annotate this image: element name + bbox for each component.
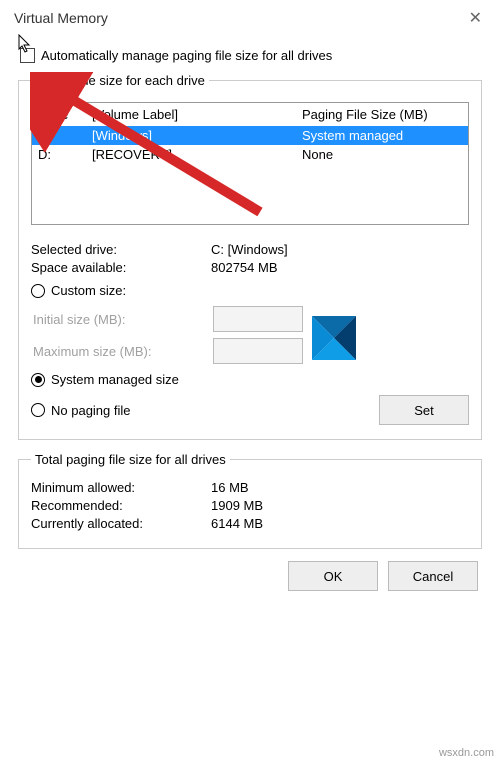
maximum-size-label: Maximum size (MB): xyxy=(33,344,213,359)
total-paging-group: Total paging file size for all drives Mi… xyxy=(18,452,482,549)
currently-allocated-label: Currently allocated: xyxy=(31,516,211,531)
group2-legend: Total paging file size for all drives xyxy=(31,452,230,467)
header-drive: Drive xyxy=(38,107,92,122)
currently-allocated-value: 6144 MB xyxy=(211,516,469,531)
row-label: [RECOVERY] xyxy=(92,147,302,162)
close-icon[interactable]: ✕ xyxy=(465,8,486,28)
custom-size-radio[interactable] xyxy=(31,284,45,298)
no-paging-radio[interactable] xyxy=(31,403,45,417)
recommended-label: Recommended: xyxy=(31,498,211,513)
space-available-label: Space available: xyxy=(31,260,211,275)
ok-button[interactable]: OK xyxy=(288,561,378,591)
recommended-value: 1909 MB xyxy=(211,498,469,513)
cancel-button[interactable]: Cancel xyxy=(388,561,478,591)
min-allowed-value: 16 MB xyxy=(211,480,469,495)
drive-list[interactable]: Drive [Volume Label] Paging File Size (M… xyxy=(31,102,469,225)
group1-legend: Paging file size for each drive xyxy=(31,73,209,88)
header-paging-size: Paging File Size (MB) xyxy=(302,107,462,122)
maximum-size-input xyxy=(213,338,303,364)
selected-drive-label: Selected drive: xyxy=(31,242,211,257)
auto-manage-label: Automatically manage paging file size fo… xyxy=(41,48,332,63)
row-size: System managed xyxy=(302,128,462,143)
drive-row[interactable]: C: [Windows] System managed xyxy=(32,126,468,145)
selected-drive-value: C: [Windows] xyxy=(211,242,469,257)
system-managed-radio[interactable] xyxy=(31,373,45,387)
initial-size-input xyxy=(213,306,303,332)
row-label: [Windows] xyxy=(92,128,302,143)
min-allowed-label: Minimum allowed: xyxy=(31,480,211,495)
system-managed-label: System managed size xyxy=(51,372,179,387)
drive-row[interactable]: D: [RECOVERY] None xyxy=(32,145,468,164)
paging-per-drive-group: Paging file size for each drive Drive [V… xyxy=(18,73,482,440)
header-volume-label: [Volume Label] xyxy=(92,107,302,122)
no-paging-label: No paging file xyxy=(51,403,131,418)
row-size: None xyxy=(302,147,462,162)
auto-manage-checkbox[interactable] xyxy=(20,48,35,63)
row-drive: C: xyxy=(38,128,92,143)
logo-icon xyxy=(312,316,356,360)
watermark: wsxdn.com xyxy=(439,747,494,759)
set-button[interactable]: Set xyxy=(379,395,469,425)
row-drive: D: xyxy=(38,147,92,162)
initial-size-label: Initial size (MB): xyxy=(33,312,213,327)
space-available-value: 802754 MB xyxy=(211,260,469,275)
custom-size-label: Custom size: xyxy=(51,283,126,298)
window-title: Virtual Memory xyxy=(14,10,108,26)
